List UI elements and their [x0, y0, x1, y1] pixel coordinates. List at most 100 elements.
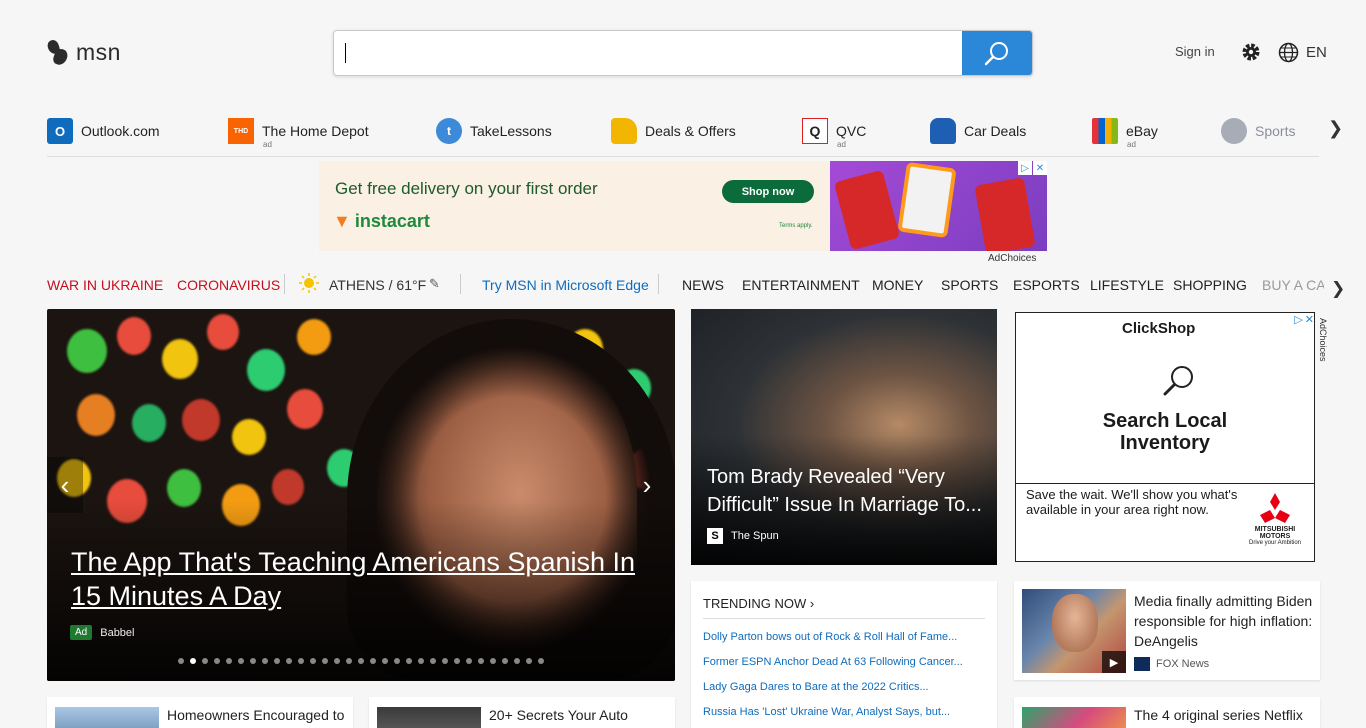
quick-link-qvc[interactable]: Q QVC ad [802, 118, 866, 149]
weather-location[interactable]: ATHENS / 61°F [329, 277, 426, 293]
carousel-dot[interactable] [262, 658, 268, 664]
quick-link-label: The Home Depot [262, 123, 369, 139]
trending-link[interactable]: Lady Gaga Dares to Bare at the 2022 Crit… [703, 681, 985, 693]
clickshop-ad[interactable]: ClickShop Search Local Inventory ▷ ✕ Sav… [1015, 312, 1315, 562]
carousel-dot[interactable] [394, 658, 400, 664]
nav-news[interactable]: NEWS [682, 277, 724, 293]
carousel-next-arrow-icon[interactable]: › [629, 457, 665, 513]
carousel-dot[interactable] [238, 658, 244, 664]
play-video-icon[interactable]: ▶ [1102, 651, 1126, 673]
msn-logo[interactable]: msn [45, 38, 121, 67]
trending-link[interactable]: Dolly Parton bows out of Rock & Roll Hal… [703, 631, 985, 643]
sign-in-link[interactable]: Sign in [1175, 44, 1215, 59]
trending-link[interactable]: Russia Has 'Lost' Ukraine War, Analyst S… [703, 706, 985, 718]
carousel-dot[interactable] [358, 658, 364, 664]
quick-link-takelessons[interactable]: t TakeLessons [436, 118, 552, 144]
settings-gear-icon[interactable] [1240, 41, 1262, 68]
carousel-prev-arrow-icon[interactable]: ‹ [47, 457, 83, 513]
nav-esports[interactable]: ESPORTS [1013, 277, 1080, 293]
news-card-inflation[interactable]: ▶ Media finally admitting Biden responsi… [1014, 581, 1320, 680]
nav-shopping[interactable]: SHOPPING [1173, 277, 1247, 293]
carousel-dot[interactable] [454, 658, 460, 664]
language-selector[interactable]: EN [1306, 44, 1327, 61]
globe-icon[interactable] [1278, 42, 1299, 68]
carousel-dot[interactable] [274, 658, 280, 664]
nav-next-arrow-icon[interactable]: ❯ [1331, 279, 1345, 299]
quick-link-label: Outlook.com [81, 123, 160, 139]
carousel-dot[interactable] [322, 658, 328, 664]
news-card-netflix[interactable]: The 4 original series Netflix [1014, 697, 1320, 728]
carousel-dot[interactable] [478, 658, 484, 664]
carousel-dot[interactable] [190, 658, 196, 664]
instacart-banner-ad[interactable]: Get free delivery on your first order ▼ i… [319, 161, 1047, 251]
close-ad-icon[interactable]: ✕ [1305, 313, 1314, 326]
divider [658, 274, 659, 294]
quick-link-ebay[interactable]: eBay ad [1092, 118, 1158, 149]
carousel-dot[interactable] [250, 658, 256, 664]
nav-war-in-ukraine[interactable]: WAR IN UKRAINE [47, 277, 163, 293]
news-card-auto[interactable]: 20+ Secrets Your Auto [369, 697, 675, 728]
news-card-homeowners[interactable]: Homeowners Encouraged to [47, 697, 353, 728]
card-headline[interactable]: 20+ Secrets Your Auto [489, 707, 628, 723]
carousel-dot[interactable] [298, 658, 304, 664]
card-headline[interactable]: Media finally admitting Biden responsibl… [1134, 591, 1314, 651]
tag-icon [611, 118, 637, 144]
carousel-dot[interactable] [466, 658, 472, 664]
hero-headline-link[interactable]: The App That's Teaching Americans Spanis… [71, 545, 661, 613]
hero-carousel[interactable]: ‹ › The App That's Teaching Americans Sp… [47, 309, 675, 681]
carousel-dot[interactable] [430, 658, 436, 664]
carousel-dot[interactable] [382, 658, 388, 664]
instacart-logo: ▼ instacart [333, 211, 430, 232]
carousel-dot[interactable] [406, 658, 412, 664]
carousel-dot[interactable] [538, 658, 544, 664]
quick-link-outlook[interactable]: O Outlook.com [47, 118, 160, 144]
carousel-dot[interactable] [286, 658, 292, 664]
ad-label: ad [263, 140, 272, 149]
try-edge-link[interactable]: Try MSN in Microsoft Edge [482, 277, 649, 293]
quick-link-home-depot[interactable]: THD The Home Depot ad [228, 118, 369, 149]
carousel-dot[interactable] [346, 658, 352, 664]
search-button[interactable] [962, 31, 1032, 75]
adchoices-icon[interactable]: ▷ [1018, 161, 1032, 175]
carousel-dot[interactable] [442, 658, 448, 664]
trending-heading[interactable]: TRENDING NOW › [703, 596, 814, 611]
nav-entertainment[interactable]: ENTERTAINMENT [742, 277, 860, 293]
close-ad-icon[interactable]: ✕ [1033, 161, 1047, 175]
card-headline[interactable]: Homeowners Encouraged to [167, 707, 344, 723]
car-icon [930, 118, 956, 144]
adchoices-link[interactable]: AdChoices [988, 253, 1036, 264]
adchoices-icon[interactable]: ▷ [1294, 313, 1302, 326]
news-card-brady[interactable]: Tom Brady Revealed “Very Difficult” Issu… [691, 309, 997, 565]
quick-link-deals[interactable]: Deals & Offers [611, 118, 736, 144]
edit-pencil-icon[interactable]: ✎ [429, 276, 440, 292]
card-source: FOX News [1134, 657, 1209, 671]
carousel-dot[interactable] [226, 658, 232, 664]
shop-now-button[interactable]: Shop now [722, 180, 814, 203]
nav-buy-a-car[interactable]: BUY A CA [1262, 277, 1324, 293]
nav-lifestyle[interactable]: LIFESTYLE [1090, 277, 1164, 293]
carousel-dot[interactable] [490, 658, 496, 664]
card-headline[interactable]: Tom Brady Revealed “Very Difficult” Issu… [707, 463, 992, 519]
nav-money[interactable]: MONEY [872, 277, 923, 293]
carousel-dot[interactable] [418, 658, 424, 664]
carousel-dot[interactable] [514, 658, 520, 664]
carousel-dot[interactable] [214, 658, 220, 664]
carousel-dot[interactable] [526, 658, 532, 664]
carousel-dot[interactable] [178, 658, 184, 664]
carousel-dot[interactable] [202, 658, 208, 664]
search-input[interactable] [334, 31, 962, 75]
nav-sports[interactable]: SPORTS [941, 277, 998, 293]
carousel-dot[interactable] [334, 658, 340, 664]
card-headline[interactable]: The 4 original series Netflix [1134, 707, 1303, 723]
quick-link-car-deals[interactable]: Car Deals [930, 118, 1026, 144]
nav-coronavirus[interactable]: CORONAVIRUS [177, 277, 280, 293]
card-source-name: FOX News [1156, 658, 1210, 670]
quick-link-sports[interactable]: Sports [1221, 118, 1295, 144]
quick-links-next-arrow-icon[interactable]: ❯ [1328, 118, 1343, 139]
carousel-dot[interactable] [310, 658, 316, 664]
adchoices-vertical-link[interactable]: AdChoices [1318, 318, 1328, 362]
sun-icon [299, 273, 319, 296]
trending-link[interactable]: Former ESPN Anchor Dead At 63 Following … [703, 656, 985, 668]
carousel-dot[interactable] [502, 658, 508, 664]
carousel-dot[interactable] [370, 658, 376, 664]
